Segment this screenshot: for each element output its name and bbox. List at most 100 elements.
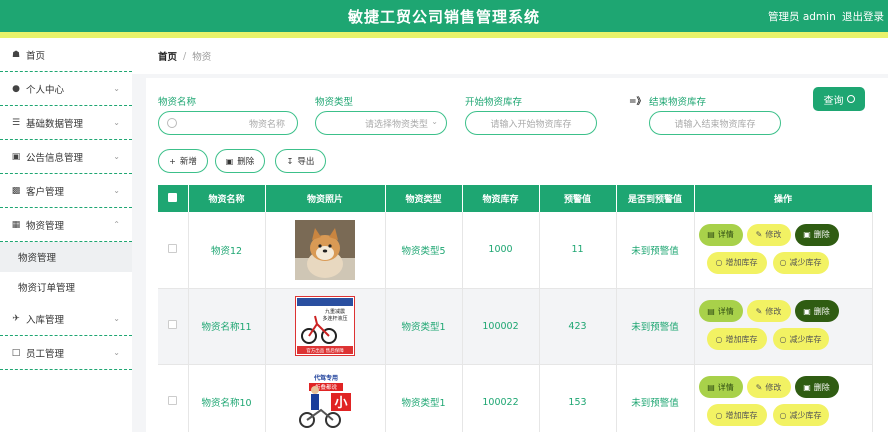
filter-type-placeholder: 请选择物资类型 xyxy=(364,119,428,130)
row-checkbox[interactable] xyxy=(168,396,178,405)
sidebar-item-label: 客户管理 xyxy=(26,186,65,198)
cell-stock: 100022 xyxy=(462,364,540,432)
breadcrumb-current: 物资 xyxy=(192,52,212,63)
decrease-stock-button[interactable]: ○ 减少库存 xyxy=(772,251,829,274)
increase-stock-button[interactable]: ○ 增加库存 xyxy=(706,328,767,350)
doc-icon: ▤ xyxy=(707,230,715,240)
delete-label: 删除 xyxy=(813,230,830,240)
edit-button[interactable]: ✎ 修改 xyxy=(746,300,791,322)
user-icon: ● xyxy=(12,83,20,94)
chevron-down-icon: ⌄ xyxy=(431,117,438,126)
sidebar-subitem-material-orders[interactable]: 物资订单管理 xyxy=(0,272,132,302)
filter-end-label: 结束物资库存 xyxy=(649,97,707,108)
delete-button[interactable]: ▣ 删除 xyxy=(794,223,839,246)
column-header: 物资库存 xyxy=(462,185,540,212)
sidebar-item-label: 入库管理 xyxy=(26,314,65,326)
sidebar-item-notice[interactable]: ▣ 公告信息管理 ⌄ xyxy=(0,140,132,174)
app-title: 敏捷工贸公司销售管理系统 xyxy=(347,8,540,26)
decrease-stock-button[interactable]: ○ 减少库存 xyxy=(772,404,829,426)
decrease-stock-button[interactable]: ○ 减少库存 xyxy=(772,328,829,350)
filter-start-input[interactable]: 请输入开始物资库存 xyxy=(465,111,597,135)
sidebar-item-label: 首页 xyxy=(26,50,46,62)
trash-icon: ▣ xyxy=(225,156,234,166)
sidebar-subitem-materials-manage[interactable]: 物资管理 xyxy=(0,242,132,272)
chat-icon: □ xyxy=(11,347,21,358)
sidebar-item-personal-center[interactable]: ● 个人中心 ⌄ xyxy=(0,72,132,106)
add-button-label: 新增 xyxy=(179,157,197,167)
delete-label: 删除 xyxy=(813,382,830,392)
breadcrumb-home[interactable]: 首页 xyxy=(158,49,177,63)
column-header: 是否到预警值 xyxy=(616,185,695,212)
sidebar-item-home[interactable]: ☗ 首页 xyxy=(0,38,132,72)
cell-warn: 423 xyxy=(539,288,617,365)
top-header: 敏捷工贸公司销售管理系统 管理员 admin 退出登录 xyxy=(0,0,888,32)
filter-end-input[interactable]: 请输入结束物资库存 xyxy=(649,111,781,135)
table-row: 物资12 物资类型5 1000 11 未到预警值 ▤ 详情 ✎ 修改 ▣ 删除 … xyxy=(158,212,873,289)
delete-button[interactable]: ▣ 删除 xyxy=(794,376,839,398)
material-photo-ebike: 九重减震 多连杆液压 官方出品 售后保障 xyxy=(295,296,355,356)
chevron-down-icon: ⌄ xyxy=(113,314,120,323)
row-select-cell xyxy=(158,212,189,289)
logout-link[interactable]: 退出登录 xyxy=(842,9,884,24)
photo-text: 官方出品 售后保障 xyxy=(306,347,344,354)
table-header-row: 物资名称 物资照片 物资类型 物资库存 预警值 是否到预警值 操作 xyxy=(158,185,873,212)
cell-ops: ▤ 详情 ✎ 修改 ▣ 删除 ○ 增加库存 ○ 减少库存 xyxy=(694,364,873,432)
table-row: 物资名称11 九重减震 多连杆液压 官方出品 售后保障 物资类型1 100002… xyxy=(158,288,873,365)
sidebar-item-label: 公告信息管理 xyxy=(26,152,84,164)
row-checkbox[interactable] xyxy=(168,320,178,329)
sidebar-item-base-data[interactable]: ☰ 基础数据管理 ⌄ xyxy=(0,106,132,140)
delete-label: 删除 xyxy=(813,306,830,316)
row-select-cell xyxy=(158,288,189,365)
batch-delete-button[interactable]: ▣ 删除 xyxy=(215,149,265,173)
edit-button[interactable]: ✎ 修改 xyxy=(746,376,791,398)
filter-start-placeholder: 请输入开始物资库存 xyxy=(490,119,572,130)
sidebar-item-inbound[interactable]: ✈ 入库管理 ⌄ xyxy=(0,302,132,336)
pencil-icon: ✎ xyxy=(755,382,763,392)
material-photo-dog xyxy=(295,219,355,280)
filter-type-select[interactable]: 请选择物资类型 ⌄ xyxy=(315,111,447,135)
increase-stock-button[interactable]: ○ 增加库存 xyxy=(706,251,767,274)
sidebar-item-materials[interactable]: ▦ 物资管理 ⌃ xyxy=(0,208,132,242)
sidebar-item-label: 个人中心 xyxy=(26,84,65,96)
delete-button[interactable]: ▣ 删除 xyxy=(794,300,839,322)
column-header: 预警值 xyxy=(539,185,617,212)
trash-icon: ▣ xyxy=(803,230,811,240)
cell-status: 未到预警值 xyxy=(616,288,695,365)
breadcrumb: 首页 / 物资 xyxy=(132,38,888,74)
cell-photo xyxy=(265,212,386,289)
increase-stock-button[interactable]: ○ 增加库存 xyxy=(706,404,767,426)
download-icon: ↧ xyxy=(286,156,294,166)
trash-icon: ▣ xyxy=(803,382,811,392)
filter-start-label: 开始物资库存 xyxy=(465,97,523,108)
chevron-down-icon: ⌄ xyxy=(113,152,120,161)
detail-button[interactable]: ▤ 详情 xyxy=(698,376,743,398)
filter-name-placeholder: 物资名称 xyxy=(248,119,285,130)
select-all-checkbox[interactable] xyxy=(168,192,178,202)
detail-button[interactable]: ▤ 详情 xyxy=(698,300,743,322)
header-select-all[interactable] xyxy=(158,185,189,212)
sidebar-item-staff[interactable]: □ 员工管理 ⌄ xyxy=(0,336,132,370)
list-icon: ☰ xyxy=(11,117,21,128)
bulb-icon: ○ xyxy=(779,258,787,268)
edit-button[interactable]: ✎ 修改 xyxy=(746,223,791,246)
plane-icon: ✈ xyxy=(12,313,20,324)
chevron-up-icon: ⌃ xyxy=(113,220,120,229)
decrease-label: 减少库存 xyxy=(789,258,822,268)
export-button[interactable]: ↧ 导出 xyxy=(275,149,326,173)
filter-name-input[interactable]: 物资名称 xyxy=(158,111,298,135)
range-arrow: =》 xyxy=(629,97,646,107)
decrease-label: 减少库存 xyxy=(789,334,822,344)
cell-type: 物资类型1 xyxy=(385,364,463,432)
bulb-icon: ○ xyxy=(779,410,787,420)
sidebar: ☗ 首页 ● 个人中心 ⌄ ☰ 基础数据管理 ⌄ ▣ 公告信息管理 ⌄ ▩ 客户… xyxy=(0,38,132,432)
add-button[interactable]: + 新增 xyxy=(158,149,208,173)
detail-button[interactable]: ▤ 详情 xyxy=(698,223,743,246)
breadcrumb-separator: / xyxy=(183,50,187,62)
bulb-icon: ○ xyxy=(715,334,723,344)
cell-type: 物资类型5 xyxy=(385,212,463,289)
sidebar-item-client[interactable]: ▩ 客户管理 ⌄ xyxy=(0,174,132,208)
column-header: 物资照片 xyxy=(265,185,386,212)
row-checkbox[interactable] xyxy=(168,243,178,253)
materials-table: 物资名称 物资照片 物资类型 物资库存 预警值 是否到预警值 操作 物资12 物… xyxy=(158,185,873,432)
query-button[interactable]: 查询 xyxy=(813,87,865,111)
